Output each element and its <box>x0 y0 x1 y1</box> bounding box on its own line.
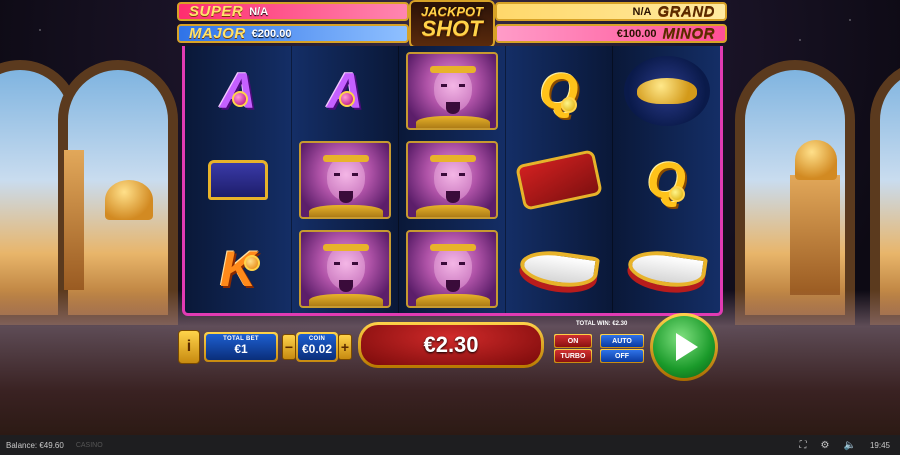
palace-dome <box>105 180 153 220</box>
fullscreen-icon[interactable]: ⛶ <box>800 440 807 451</box>
info-button[interactable]: i <box>178 330 200 364</box>
jackpot-minor-label: MINOR <box>662 25 715 42</box>
settings-icon[interactable]: ⚙ <box>821 440 830 451</box>
jackpot-header: SUPER N/A MAJOR €200.00 JACKPOT SHOT N/A… <box>177 0 727 48</box>
reel-cell <box>506 224 613 313</box>
brand-label: CASINO <box>75 441 103 449</box>
reel-cell: Q <box>613 135 720 224</box>
reel-cell: Q <box>506 46 613 135</box>
slipper-icon <box>625 246 708 291</box>
reel-cell <box>399 135 506 224</box>
reel-grid: AA QQ K <box>182 46 723 316</box>
palace-tower-right <box>790 175 840 295</box>
autoplay-label: AUTO <box>601 335 643 347</box>
orb-icon <box>244 254 260 271</box>
autoplay-off-button[interactable]: OFF <box>600 349 644 363</box>
spin-button[interactable] <box>650 313 718 381</box>
play-icon <box>676 333 698 361</box>
genie-icon <box>406 229 498 308</box>
turbo-on-label: ON <box>555 335 591 347</box>
reel-cell <box>185 135 292 224</box>
genie-icon <box>299 229 391 308</box>
jackpot-major-label: MAJOR <box>189 25 246 42</box>
jackpot-grand: N/A GRAND <box>495 2 727 21</box>
turbo-label: TURBO <box>555 350 591 362</box>
magic-lamp-icon <box>623 55 710 126</box>
reel-cell <box>399 46 506 135</box>
logo-line-2: SHOT <box>421 16 483 41</box>
reel-cell: K <box>185 224 292 313</box>
reel-cell <box>399 224 506 313</box>
jackpot-shot-logo: JACKPOT SHOT <box>409 0 495 48</box>
palace-dome-right <box>795 140 837 180</box>
turbo-button[interactable]: TURBO <box>554 349 592 363</box>
gem-icon <box>339 90 355 107</box>
genie-icon <box>406 140 498 219</box>
autoplay-off-label: OFF <box>601 350 643 362</box>
status-bar: Balance: €49.60 CASINO ⛶ ⚙ 🔈 19:45 <box>0 435 900 455</box>
reel-cell: A <box>185 46 292 135</box>
jackpot-major-value: €200.00 <box>251 27 292 40</box>
genie-icon <box>299 140 391 219</box>
total-bet-panel[interactable]: TOTAL BET €1 <box>204 332 278 362</box>
reel-cell <box>292 224 399 313</box>
magic-carpet-icon <box>515 148 603 211</box>
total-bet-label: TOTAL BET <box>223 336 259 342</box>
sound-icon[interactable]: 🔈 <box>844 440 856 451</box>
lemon-icon <box>561 96 577 113</box>
coin-panel: COIN €0.02 <box>296 332 338 362</box>
jackpot-grand-label: GRAND <box>657 3 715 20</box>
coin-value: €0.02 <box>301 342 333 356</box>
reel-cell <box>506 135 613 224</box>
treasure-chest-icon <box>208 159 268 200</box>
jackpot-super-value: N/A <box>249 5 269 18</box>
game-stage: SUPER N/A MAJOR €200.00 JACKPOT SHOT N/A… <box>0 0 900 435</box>
genie-icon <box>406 51 498 130</box>
win-amount: €2.30 <box>361 325 541 365</box>
jackpot-minor: €100.00 MINOR <box>495 24 727 43</box>
slipper-icon <box>518 246 600 291</box>
reel-cell <box>613 224 720 313</box>
autoplay-button[interactable]: AUTO <box>600 334 644 348</box>
jackpot-minor-value: €100.00 <box>616 27 657 40</box>
coin-plus-button[interactable]: + <box>338 334 352 360</box>
clock-time: 19:45 <box>869 440 890 450</box>
reel-cell <box>292 135 399 224</box>
reel-cell: A <box>292 46 399 135</box>
right-arch-scene-outer <box>870 60 900 325</box>
jackpot-super: SUPER N/A <box>177 2 409 21</box>
total-bet-value: €1 <box>234 342 248 356</box>
control-bar: i TOTAL BET €1 − COIN €0.02 + €2.30 TOTA… <box>178 313 730 381</box>
jackpot-grand-value: N/A <box>632 5 652 18</box>
coin-label: COIN <box>308 336 326 342</box>
reel-cell <box>613 46 720 135</box>
balance-text: Balance: €49.60 <box>6 440 64 450</box>
coin-minus-button[interactable]: − <box>282 334 296 360</box>
palace-tower <box>64 150 84 290</box>
lemon-icon <box>668 185 685 202</box>
gem-icon <box>232 90 248 107</box>
jackpot-major: MAJOR €200.00 <box>177 24 409 43</box>
win-display: €2.30 <box>358 322 544 368</box>
jackpot-super-label: SUPER <box>189 3 244 20</box>
turbo-on-button[interactable]: ON <box>554 334 592 348</box>
